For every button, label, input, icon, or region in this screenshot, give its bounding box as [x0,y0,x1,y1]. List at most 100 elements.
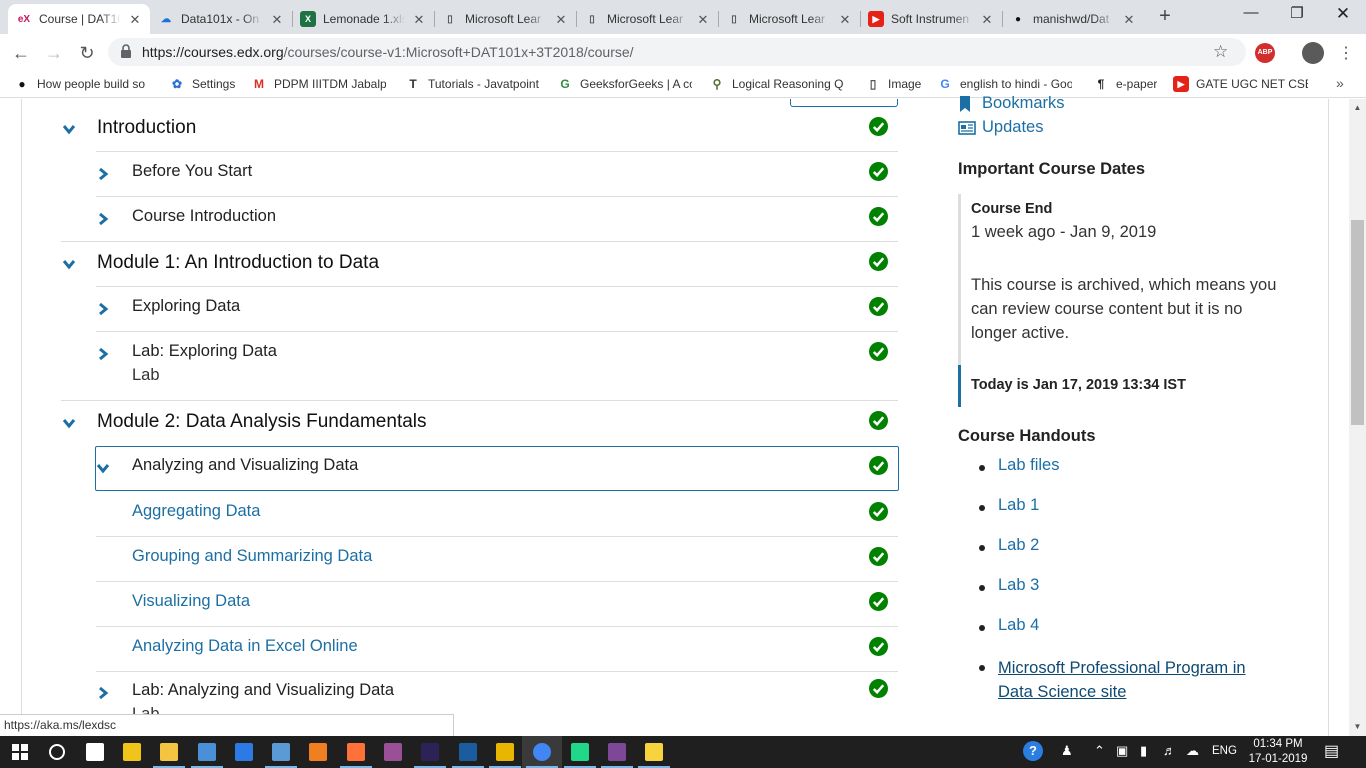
maximize-button[interactable]: ❐ [1274,4,1320,22]
unit-link[interactable]: Analyzing Data in Excel Online [132,637,358,656]
browser-tab[interactable]: X Lemonade 1.xlsx ✕ [292,4,434,34]
browser-tab[interactable]: eX Course | DAT101x ✕ [8,4,150,34]
bookmark-item[interactable]: ¶ e-paper [1093,76,1158,92]
subsection-title[interactable]: Course Introduction [132,207,276,226]
chevron-right-icon[interactable] [96,302,110,316]
handout-link[interactable]: Lab files [998,456,1059,475]
new-tab-button[interactable]: + [1152,5,1178,28]
chrome-icon[interactable] [522,736,563,768]
taskbar-clock[interactable]: 01:34 PM 17-01-2019 [1246,737,1310,767]
tab-close-icon[interactable]: ✕ [554,12,568,28]
chevron-down-icon[interactable] [62,122,76,136]
store-icon[interactable] [112,736,152,768]
unit-link[interactable]: Grouping and Summarizing Data [132,547,372,566]
notifications-icon[interactable]: ▤ [1324,741,1339,761]
subsection-title[interactable]: Lab: Exploring Data [132,342,277,361]
tab-close-icon[interactable]: ✕ [980,12,994,28]
subsection-title[interactable]: Lab: Analyzing and Visualizing Data [132,681,394,700]
bookmark-item[interactable]: Genglish to hindi - Goo [937,76,1072,92]
browser-tab[interactable]: ● manishwd/Dat ✕ [1002,4,1144,34]
scroll-up-arrow[interactable]: ▲ [1351,103,1364,112]
network-icon[interactable]: ▣ [1116,743,1128,759]
onedrive-app-icon[interactable] [261,736,301,768]
profile-avatar[interactable] [1302,42,1324,64]
language-indicator[interactable]: ENG [1212,745,1237,757]
bookmarks-overflow-icon[interactable]: » [1336,75,1344,91]
steam-icon[interactable] [448,736,488,768]
updates-link[interactable]: Updates [958,118,1043,137]
scrollbar-thumb[interactable] [1351,220,1364,425]
chevron-right-icon[interactable] [96,212,110,226]
tor-icon[interactable] [597,736,637,768]
people-icon[interactable]: ♟ [1061,743,1073,759]
bookmark-item[interactable]: ▯ Image [865,76,922,92]
chevron-down-icon[interactable] [62,416,76,430]
scroll-down-arrow[interactable]: ▼ [1351,722,1364,731]
close-window-button[interactable]: ✕ [1320,4,1366,24]
bookmark-item[interactable]: ● How people build so [14,76,145,92]
browser-tab[interactable]: ▶ Soft Instrumen ✕ [860,4,1002,34]
bookmarks-link[interactable]: Bookmarks [958,94,1065,113]
tab-close-icon[interactable]: ✕ [838,12,852,28]
chevron-right-icon[interactable] [96,347,110,361]
bookmark-item[interactable]: G GeeksforGeeks | A co [557,76,692,92]
adblock-icon[interactable]: ABP [1255,43,1275,63]
firefox-icon[interactable] [336,736,376,768]
reload-icon[interactable]: ↻ [75,41,99,65]
weather-icon[interactable]: ☁ [1186,743,1199,759]
sticky-notes-icon[interactable] [634,736,674,768]
section-title[interactable]: Introduction [97,117,196,139]
search-icon[interactable] [37,736,77,768]
handout-link[interactable]: Microsoft Professional Program in Data S… [998,656,1268,704]
handout-link[interactable]: Lab 4 [998,616,1039,635]
notepad-icon[interactable] [187,736,227,768]
tab-close-icon[interactable]: ✕ [270,12,284,28]
bookmark-item[interactable]: ⚲ Logical Reasoning Qu [709,76,844,92]
unit-link[interactable]: Aggregating Data [132,502,260,521]
chevron-right-icon[interactable] [96,686,110,700]
eclipse-icon[interactable] [410,736,450,768]
section-title[interactable]: Module 2: Data Analysis Fundamentals [97,411,427,433]
task-view-icon[interactable] [75,736,115,768]
forward-icon[interactable]: → [42,41,66,65]
sublime-icon[interactable] [298,736,338,768]
tab-close-icon[interactable]: ✕ [128,12,142,28]
tab-close-icon[interactable]: ✕ [412,12,426,28]
battery-icon[interactable]: ▮ [1140,743,1147,759]
expand-all-button[interactable] [790,99,898,107]
browser-tab[interactable]: ▯ Microsoft Lear ✕ [576,4,718,34]
bookmark-item[interactable]: M PDPM IIITDM Jabalpu [251,76,386,92]
browser-tab[interactable]: ☁ Data101x - On ✕ [150,4,292,34]
subsection-title[interactable]: Exploring Data [132,297,240,316]
show-hidden-icons[interactable]: ⌃ [1094,743,1105,759]
pycharm-icon[interactable] [560,736,600,768]
subsection-title[interactable]: Before You Start [132,162,252,181]
cloud-app-icon[interactable] [485,736,525,768]
browser-tab[interactable]: ▯ Microsoft Lear ✕ [434,4,576,34]
handout-link[interactable]: Lab 2 [998,536,1039,555]
minimize-button[interactable]: — [1228,4,1274,21]
handout-link[interactable]: Lab 3 [998,576,1039,595]
volume-icon[interactable]: ♬ [1163,743,1176,758]
tab-close-icon[interactable]: ✕ [1122,12,1136,28]
control-panel-icon[interactable] [224,736,264,768]
winrar-icon[interactable] [373,736,413,768]
back-icon[interactable]: ← [9,41,33,65]
bookmark-item[interactable]: ▶ GATE UGC NET CSE L [1173,76,1308,92]
bookmark-item[interactable]: ✿ Settings [169,76,235,92]
handout-link[interactable]: Lab 1 [998,496,1039,515]
chevron-down-icon[interactable] [62,257,76,271]
section-title[interactable]: Module 1: An Introduction to Data [97,252,379,274]
bookmark-item[interactable]: T Tutorials - Javatpoint [405,76,539,92]
menu-icon[interactable]: ⋮ [1338,43,1354,63]
browser-tab[interactable]: ▯ Microsoft Lear ✕ [718,4,860,34]
lock-icon[interactable] [120,44,132,58]
chevron-right-icon[interactable] [96,167,110,181]
file-explorer-icon[interactable] [149,736,189,768]
tab-close-icon[interactable]: ✕ [696,12,710,28]
star-icon[interactable]: ☆ [1213,42,1228,62]
help-icon[interactable]: ? [1023,741,1043,761]
windows-start-icon[interactable] [0,736,40,768]
url-text[interactable]: https://courses.edx.org/courses/course-v… [142,44,634,60]
unit-link[interactable]: Visualizing Data [132,592,250,611]
